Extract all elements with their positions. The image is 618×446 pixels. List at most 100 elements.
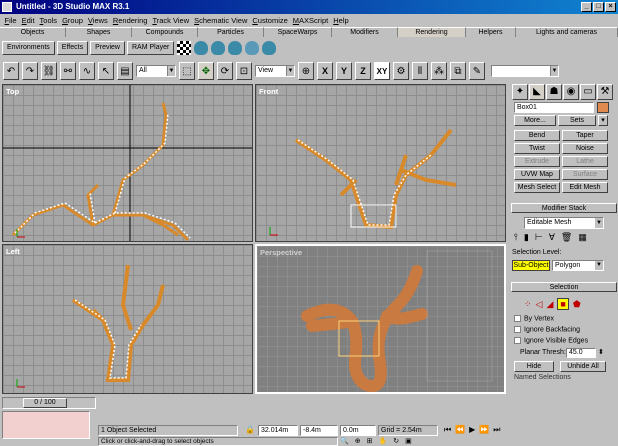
face-level-icon[interactable]: ◢: [546, 299, 553, 310]
tab-spacewarps[interactable]: SpaceWarps: [264, 27, 332, 37]
maximize-button[interactable]: □: [593, 2, 604, 12]
menu-item-edit[interactable]: Edit: [19, 16, 37, 25]
time-slider-thumb[interactable]: 0 / 100: [23, 398, 67, 408]
restrict-z-icon[interactable]: Z: [355, 62, 371, 80]
inverse-kinematics-icon[interactable]: ⚙: [393, 62, 409, 80]
tab-compounds[interactable]: Compounds: [132, 27, 198, 37]
menu-item-customize[interactable]: Customize: [250, 16, 290, 25]
menu-item-maxscript[interactable]: MAXScript: [290, 16, 330, 25]
edit-stack-icon[interactable]: ▦: [578, 232, 587, 246]
array-icon[interactable]: ⁂: [431, 62, 447, 80]
close-button[interactable]: ×: [605, 2, 616, 12]
modifier-button-edit-mesh[interactable]: Edit Mesh: [562, 182, 608, 193]
restrict-x-icon[interactable]: X: [317, 62, 333, 80]
polygon-level-icon[interactable]: ■: [557, 298, 569, 310]
mirror-icon[interactable]: ⫴: [412, 62, 428, 80]
menu-item-schematic-view[interactable]: Schematic View: [192, 16, 250, 25]
zoom-icon[interactable]: 🔍: [340, 437, 349, 446]
modifier-button-extrude[interactable]: Extrude: [514, 156, 560, 167]
goto-end-icon[interactable]: ⏭: [493, 425, 500, 437]
time-slider[interactable]: 0 / 100: [2, 397, 96, 409]
menu-item-rendering[interactable]: Rendering: [110, 16, 150, 25]
ignore-backfacing-checkbox[interactable]: Ignore Backfacing: [514, 326, 580, 333]
more-button[interactable]: More...: [514, 115, 556, 126]
sets-button[interactable]: Sets: [558, 115, 596, 126]
show-end-result-icon[interactable]: ⊢: [535, 232, 543, 246]
restrict-xy-icon[interactable]: XY: [374, 62, 390, 80]
ignore-visible-edges-checkbox[interactable]: Ignore Visible Edges: [514, 337, 588, 344]
play-icon[interactable]: ▶: [469, 425, 475, 437]
modifier-button-taper[interactable]: Taper: [562, 130, 608, 141]
named-selection-dropdown[interactable]: ▼: [491, 65, 559, 77]
viewport-perspective[interactable]: Perspective: [255, 244, 506, 394]
lock-selection-icon[interactable]: 🔒: [245, 425, 255, 434]
utilities-tab-icon[interactable]: ⚒: [597, 84, 613, 100]
y-coord-field[interactable]: -8.4m: [300, 425, 338, 436]
render-region-icon[interactable]: [245, 41, 260, 55]
checker-icon[interactable]: [177, 41, 192, 55]
hide-button[interactable]: Hide: [514, 361, 554, 372]
edge-level-icon[interactable]: ◁: [536, 299, 543, 310]
modifier-button-mesh-select[interactable]: Mesh Select: [514, 182, 560, 193]
create-tab-icon[interactable]: ✦: [512, 84, 528, 100]
z-coord-field[interactable]: 0.0m: [340, 425, 376, 436]
pivot-center-icon[interactable]: ⊕: [298, 62, 314, 80]
vertex-level-icon[interactable]: ⁘: [524, 299, 532, 310]
render-last-icon[interactable]: [228, 41, 243, 55]
render-type-icon[interactable]: [262, 41, 277, 55]
modifier-stack-rollout[interactable]: Modifier Stack: [511, 203, 617, 213]
bind-space-warp-icon[interactable]: ∿: [79, 62, 95, 80]
tab-lights-and-cameras[interactable]: Lights and cameras: [516, 27, 618, 37]
tab-objects[interactable]: Objects: [0, 27, 66, 37]
unhide-all-button[interactable]: Unhide All: [560, 361, 606, 372]
sub-object-button[interactable]: Sub-Object: [512, 260, 550, 271]
reference-coord-dropdown[interactable]: View ▼: [255, 65, 295, 77]
preview-button[interactable]: Preview: [90, 41, 125, 55]
hierarchy-tab-icon[interactable]: ☗: [546, 84, 562, 100]
goto-start-icon[interactable]: ⏮: [444, 425, 451, 437]
motion-tab-icon[interactable]: ◉: [563, 84, 579, 100]
maxscript-listener-mini[interactable]: [2, 411, 90, 439]
effects-button[interactable]: Effects: [56, 41, 89, 55]
object-name-field[interactable]: Box01: [514, 102, 594, 113]
selection-rollout[interactable]: Selection: [511, 282, 617, 292]
remove-modifier-icon[interactable]: 🗑: [561, 232, 572, 246]
select-move-icon[interactable]: ✥: [198, 62, 214, 80]
element-level-icon[interactable]: ⬟: [573, 299, 581, 310]
modify-tab-icon[interactable]: ◣: [529, 84, 545, 100]
modifier-button-bend[interactable]: Bend: [514, 130, 560, 141]
next-frame-icon[interactable]: ⏩: [479, 425, 489, 437]
viewport-front[interactable]: Front: [255, 84, 506, 242]
sets-dropdown-button[interactable]: ▾: [598, 115, 608, 126]
arc-rotate-icon[interactable]: ↻: [393, 437, 399, 446]
menu-item-views[interactable]: Views: [85, 16, 110, 25]
select-scale-icon[interactable]: ⊡: [236, 62, 252, 80]
menu-item-group[interactable]: Group: [60, 16, 86, 25]
select-rotate-icon[interactable]: ⟳: [217, 62, 233, 80]
tab-modifiers[interactable]: Modifiers: [332, 27, 398, 37]
modifier-button-twist[interactable]: Twist: [514, 143, 560, 154]
modifier-button-noise[interactable]: Noise: [562, 143, 608, 154]
unlink-icon[interactable]: ⚯: [60, 62, 76, 80]
tab-particles[interactable]: Particles: [198, 27, 264, 37]
modifier-button-uvw-map[interactable]: UVW Map: [514, 169, 560, 180]
modifier-button-lathe[interactable]: Lathe: [562, 156, 608, 167]
pin-stack-icon[interactable]: ⫯: [514, 232, 518, 246]
undo-icon[interactable]: ↶: [3, 62, 19, 80]
quick-render-icon[interactable]: [211, 41, 226, 55]
render-teapot-icon[interactable]: [194, 41, 209, 55]
zoom-extents-icon[interactable]: ⊞: [367, 437, 373, 446]
align-icon[interactable]: ⧉: [450, 62, 466, 80]
active-inactive-icon[interactable]: ▮: [524, 232, 529, 246]
select-by-name-icon[interactable]: ▤: [117, 62, 133, 80]
planar-thresh-spinner-icon[interactable]: ⬍: [598, 348, 604, 356]
minimize-button[interactable]: _: [581, 2, 592, 12]
restrict-y-icon[interactable]: Y: [336, 62, 352, 80]
menu-item-help[interactable]: Help: [331, 16, 351, 25]
object-color-swatch[interactable]: [597, 102, 609, 113]
pan-icon[interactable]: ✋: [378, 437, 387, 446]
redo-icon[interactable]: ↷: [22, 62, 38, 80]
ram-player-button[interactable]: RAM Player: [126, 41, 175, 55]
modifier-stack-dropdown[interactable]: Editable Mesh ▼: [524, 217, 604, 229]
min-max-toggle-icon[interactable]: ▣: [405, 437, 412, 446]
